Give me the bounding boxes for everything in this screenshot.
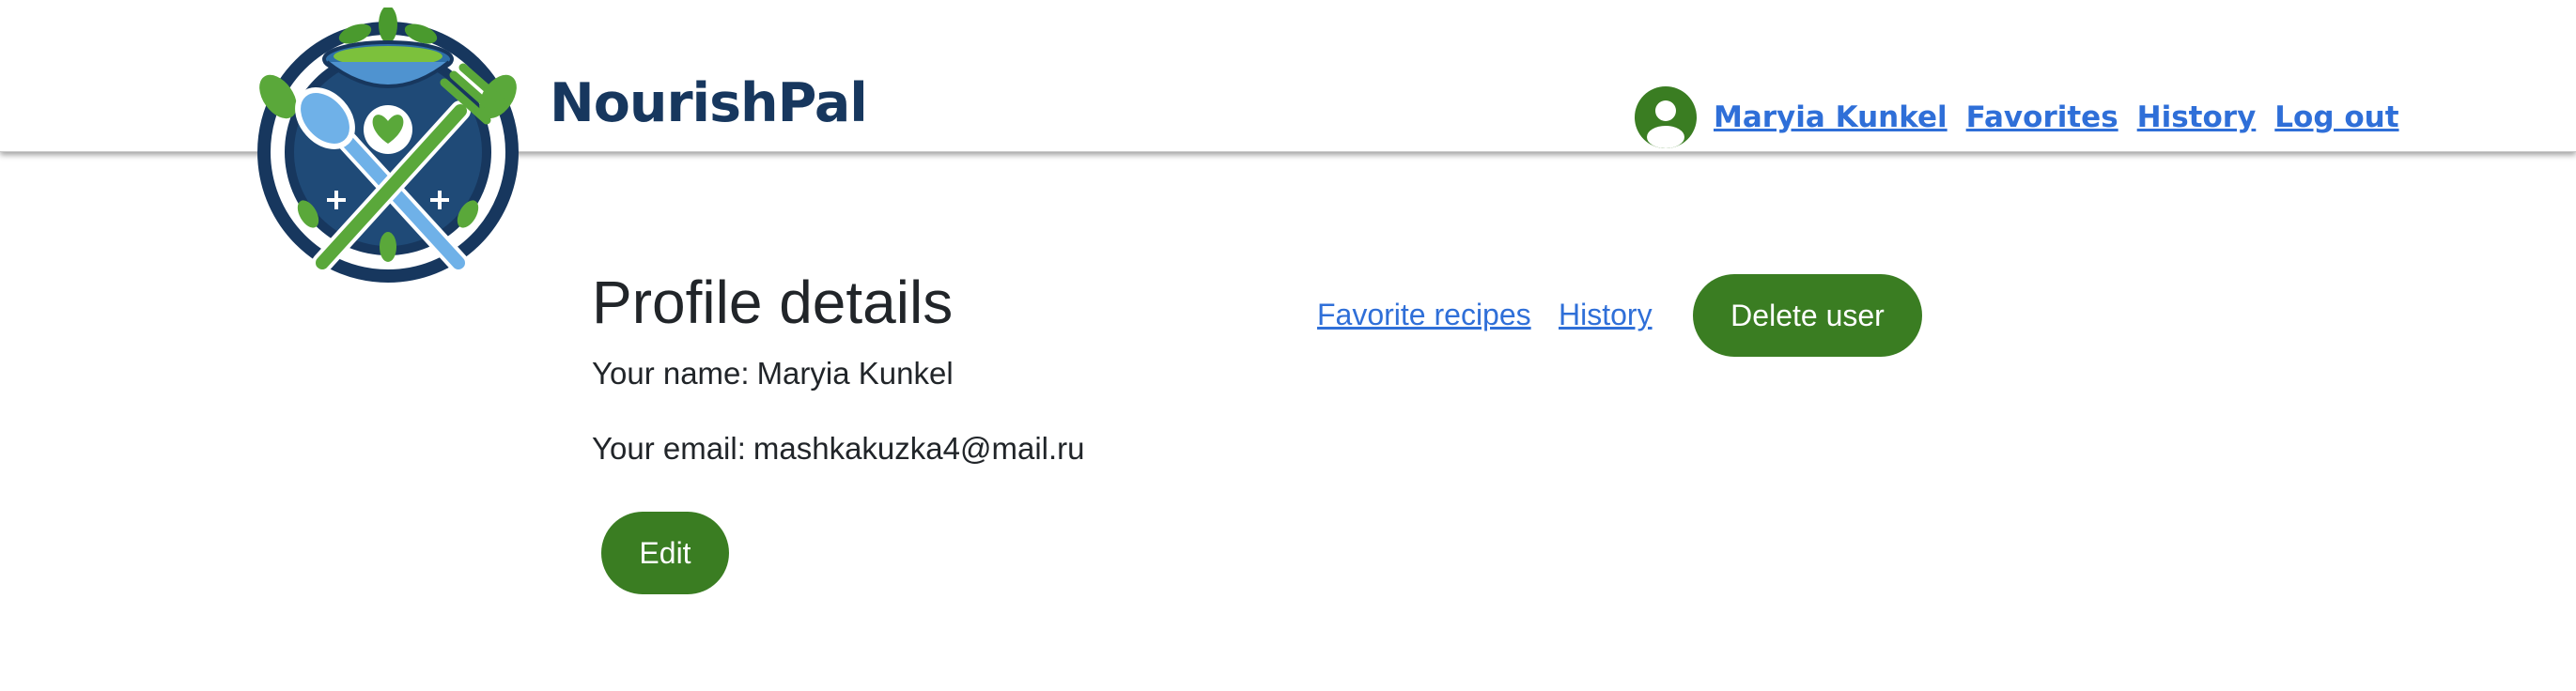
- name-label: Your name:: [592, 356, 750, 391]
- favorite-recipes-link[interactable]: Favorite recipes: [1317, 298, 1531, 332]
- edit-button[interactable]: Edit: [601, 512, 729, 594]
- nav-history-link[interactable]: History: [2137, 100, 2257, 134]
- page-title: Profile details: [592, 269, 954, 336]
- brand-name[interactable]: NourishPal: [550, 77, 868, 131]
- profile-name-row: Your name: Maryia Kunkel: [592, 356, 954, 392]
- nav-favorites-link[interactable]: Favorites: [1966, 100, 2118, 134]
- history-link[interactable]: History: [1559, 298, 1653, 332]
- email-label: Your email:: [592, 431, 746, 466]
- email-value: mashkakuzka4@mail.ru: [753, 431, 1085, 466]
- nourishpal-logo-icon[interactable]: [252, 8, 524, 287]
- delete-user-button[interactable]: Delete user: [1693, 274, 1922, 357]
- user-avatar-icon[interactable]: [1635, 86, 1697, 148]
- nav-user-link[interactable]: Maryia Kunkel: [1714, 100, 1948, 134]
- nav-logout-link[interactable]: Log out: [2274, 100, 2398, 134]
- profile-email-row: Your email: mashkakuzka4@mail.ru: [592, 431, 1085, 467]
- top-nav: Maryia Kunkel Favorites History Log out: [1635, 86, 2418, 148]
- name-value: Maryia Kunkel: [756, 356, 954, 391]
